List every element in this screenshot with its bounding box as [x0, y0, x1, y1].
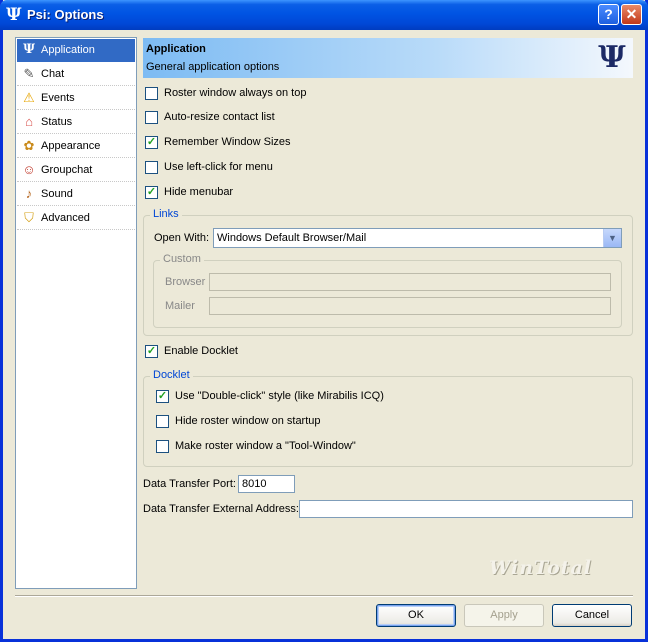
checkbox[interactable] [156, 415, 169, 428]
sidebar-item-advanced[interactable]: ⛉ Advanced [17, 207, 135, 230]
checkbox-label: Auto-resize contact list [164, 111, 275, 123]
cancel-button[interactable]: Cancel [552, 604, 632, 627]
chat-icon: ✎ [23, 66, 35, 81]
transfer-external-label: Data Transfer External Address: [143, 503, 299, 515]
sidebar-item-label: Application [41, 44, 95, 56]
sidebar-item-application[interactable]: Ψ Application [17, 39, 135, 62]
open-with-select[interactable]: Windows Default Browser/Mail ▼ [213, 228, 622, 248]
sidebar-item-status[interactable]: ⌂ Status [17, 111, 135, 134]
psi-icon: Ψ [6, 5, 22, 25]
palette-icon: ✿ [23, 138, 35, 153]
sidebar-item-label: Sound [41, 188, 73, 200]
transfer-external-input[interactable] [299, 500, 633, 518]
shield-icon: ⛉ [24, 210, 34, 225]
sidebar-item-groupchat[interactable]: ☺ Groupchat [17, 159, 135, 182]
apply-button[interactable]: Apply [464, 604, 544, 627]
close-button[interactable]: ✕ [621, 4, 642, 25]
docklet-group-title: Docklet [150, 369, 193, 381]
sidebar-item-label: Status [41, 116, 73, 128]
sidebar-item-chat[interactable]: ✎ Chat [17, 63, 135, 86]
watermark: WinTotal [489, 557, 592, 579]
sidebar-item-label: Groupchat [41, 164, 93, 176]
browser-label: Browser [165, 276, 206, 288]
help-button[interactable]: ? [598, 4, 619, 25]
ok-button[interactable]: OK [376, 604, 456, 627]
custom-group: Custom [153, 253, 622, 328]
checkbox[interactable]: ✓ [156, 390, 169, 403]
open-with-value: Windows Default Browser/Mail [217, 232, 367, 244]
checkbox-label: Remember Window Sizes [164, 136, 291, 148]
checkbox[interactable]: ✓ [145, 186, 158, 199]
checkbox[interactable]: ✓ [145, 136, 158, 149]
transfer-port-value: 8010 [242, 478, 267, 490]
warning-icon: ⚠ [23, 90, 35, 105]
checkbox[interactable] [145, 161, 158, 174]
checkbox[interactable] [145, 111, 158, 124]
sidebar-item-label: Advanced [41, 212, 90, 224]
sidebar-item-label: Events [41, 92, 75, 104]
window-title: Psi: Options [27, 7, 104, 22]
mailer-label: Mailer [165, 300, 195, 312]
checkbox-label: Enable Docklet [164, 345, 238, 357]
divider [15, 595, 633, 597]
links-group-title: Links [150, 208, 182, 220]
psi-logo-icon: Ψ [598, 40, 626, 75]
checkbox[interactable] [145, 87, 158, 100]
page-title: Application [146, 43, 206, 55]
sidebar-item-label: Chat [41, 68, 65, 80]
checkbox-label: Use "Double-click" style (like Mirabilis… [175, 390, 384, 402]
page-header: Application General application options … [143, 38, 633, 78]
checkbox[interactable] [156, 440, 169, 453]
chevron-down-icon[interactable]: ▼ [603, 229, 621, 247]
groupchat-icon: ☺ [22, 162, 36, 177]
sidebar-item-appearance[interactable]: ✿ Appearance [17, 135, 135, 158]
transfer-port-label: Data Transfer Port: [143, 478, 236, 490]
psi-icon: Ψ [23, 42, 35, 57]
custom-group-title: Custom [160, 253, 204, 265]
sidebar-item-events[interactable]: ⚠ Events [17, 87, 135, 110]
title-bar[interactable]: Ψ Psi: Options ? ✕ [0, 0, 648, 30]
sidebar-item-label: Appearance [41, 140, 101, 152]
checkbox-label: Hide menubar [164, 186, 234, 198]
page-subtitle: General application options [146, 61, 280, 73]
sidebar-item-sound[interactable]: ♪ Sound [17, 183, 135, 206]
checkbox-label: Make roster window a "Tool-Window" [175, 440, 356, 452]
status-icon: ⌂ [25, 114, 33, 129]
browser-field[interactable] [209, 273, 611, 291]
checkbox[interactable]: ✓ [145, 345, 158, 358]
open-with-label: Open With: [154, 232, 210, 244]
mailer-field[interactable] [209, 297, 611, 315]
bell-icon: ♪ [25, 186, 33, 201]
checkbox-label: Hide roster window on startup [175, 415, 321, 427]
checkbox-label: Use left-click for menu [164, 161, 273, 173]
category-list: Ψ Application ✎ Chat ⚠ Events ⌂ Status ✿… [15, 37, 137, 589]
transfer-port-input[interactable]: 8010 [238, 475, 295, 493]
checkbox-label: Roster window always on top [164, 87, 307, 99]
